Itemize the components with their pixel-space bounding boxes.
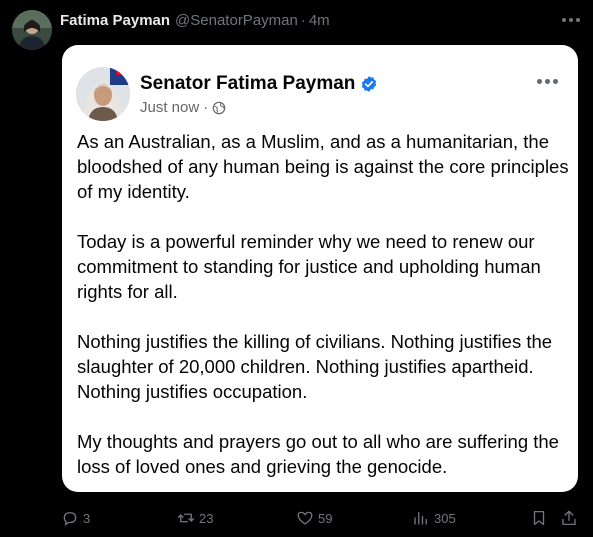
repost-button[interactable]: 23 bbox=[177, 505, 213, 531]
views-icon bbox=[414, 512, 427, 525]
action-bar: 3 23 59 305 bbox=[0, 505, 593, 531]
header-separator: · bbox=[300, 11, 306, 29]
repost-count: 23 bbox=[199, 510, 214, 526]
embedded-timestamp: Just now bbox=[140, 99, 200, 116]
reply-count: 3 bbox=[83, 510, 91, 526]
more-icon[interactable] bbox=[559, 8, 583, 32]
views-count: 305 bbox=[434, 510, 456, 526]
post-paragraph: As an Australian, as a Muslim, and as a … bbox=[77, 131, 569, 202]
repost-icon bbox=[177, 513, 195, 523]
like-count: 59 bbox=[318, 510, 333, 526]
embedded-author-avatar bbox=[76, 67, 130, 121]
author-name[interactable]: Fatima Payman bbox=[60, 12, 170, 29]
post-paragraph: My thoughts and prayers go out to all wh… bbox=[77, 431, 559, 477]
tweet[interactable]: Fatima Payman @SenatorPayman · 4m Senato… bbox=[0, 0, 593, 537]
embedded-author-name: Senator Fatima Payman bbox=[140, 73, 356, 94]
embedded-post-body: As an Australian, as a Muslim, and as a … bbox=[77, 129, 569, 479]
share-icon bbox=[562, 510, 576, 526]
embedded-author-row: Senator Fatima Payman bbox=[140, 73, 378, 95]
tweet-header: Fatima Payman @SenatorPayman · 4m bbox=[60, 10, 330, 30]
bookmark-icon bbox=[533, 510, 545, 526]
verified-badge-icon bbox=[362, 76, 377, 92]
bookmark-button[interactable] bbox=[530, 505, 548, 531]
heart-icon bbox=[297, 511, 313, 525]
meta-separator: · bbox=[203, 99, 209, 116]
like-button[interactable]: 59 bbox=[296, 505, 332, 531]
post-paragraph: Today is a powerful reminder why we need… bbox=[77, 231, 541, 302]
embedded-post-image[interactable]: Senator Fatima Payman Just now · As an A… bbox=[62, 45, 578, 492]
views-button[interactable]: 305 bbox=[412, 505, 456, 531]
embedded-more-icon bbox=[533, 71, 561, 91]
author-avatar[interactable] bbox=[12, 10, 52, 50]
embedded-post-meta: Just now · bbox=[140, 99, 226, 116]
reply-button[interactable]: 3 bbox=[61, 505, 90, 531]
share-button[interactable] bbox=[560, 505, 578, 531]
post-paragraph: Nothing justifies the killing of civilia… bbox=[77, 331, 553, 402]
tweet-timestamp[interactable]: 4m bbox=[309, 12, 330, 29]
author-handle[interactable]: @SenatorPayman bbox=[175, 12, 298, 29]
reply-icon bbox=[63, 512, 77, 526]
globe-icon bbox=[212, 101, 226, 114]
